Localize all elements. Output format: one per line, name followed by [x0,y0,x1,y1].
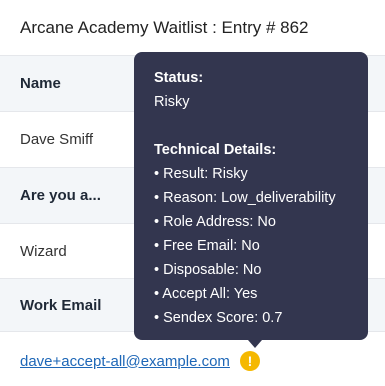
field-value-work-email: dave+accept-all@example.com ! [0,332,385,386]
tooltip-arrow [248,340,262,348]
page-title: Arcane Academy Waitlist : Entry # 862 [0,0,385,56]
tooltip-spacer [154,114,348,138]
tooltip-detail-item: • Sendex Score: 0.7 [154,310,283,326]
validation-tooltip: Status: Risky Technical Details: • Resul… [134,52,368,340]
tooltip-status-heading: Status: [154,70,204,86]
tooltip-detail-item: • Reason: Low_deliverability [154,190,336,206]
tooltip-detail-item: • Free Email: No [154,238,260,254]
tooltip-details-heading: Technical Details: [154,142,277,158]
tooltip-detail-item: • Role Address: No [154,214,276,230]
tooltip-status-value: Risky [154,94,190,110]
tooltip-detail-item: • Accept All: Yes [154,286,258,302]
warning-icon[interactable]: ! [239,351,260,371]
tooltip-detail-item: • Result: Risky [154,166,248,182]
work-email-link[interactable]: dave+accept-all@example.com [20,353,230,370]
tooltip-detail-item: • Disposable: No [154,262,262,278]
